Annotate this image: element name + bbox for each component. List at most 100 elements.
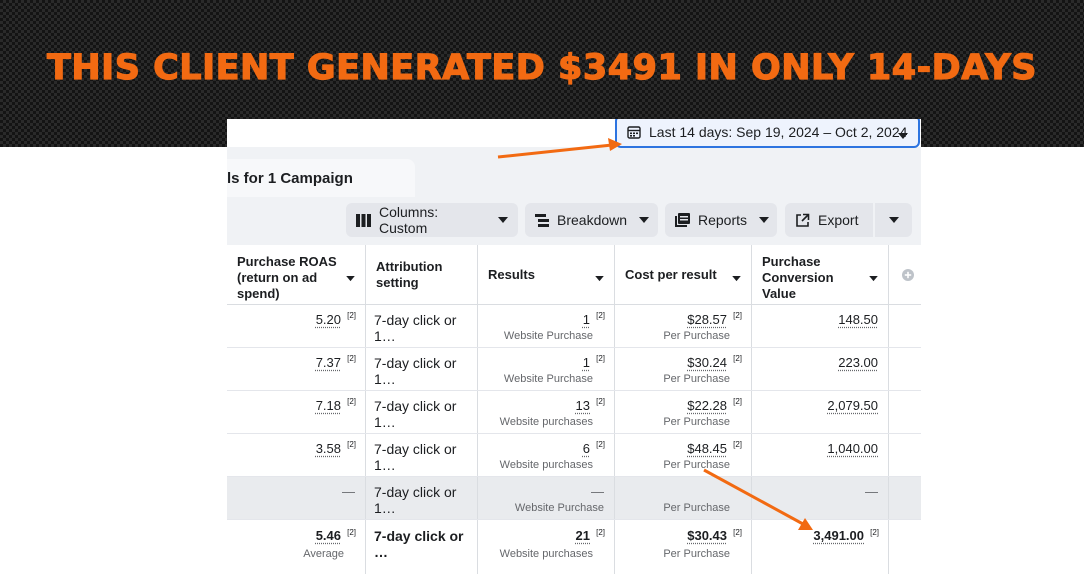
conversion-value[interactable]: 148.50 — [838, 312, 878, 327]
ads-manager-screenshot: Last 14 days: Sep 19, 2024 – Oct 2, 2024… — [227, 119, 921, 576]
headline-text: THIS CLIENT GENERATED $3491 IN ONLY 14-D… — [46, 47, 1037, 88]
export-dropdown-button[interactable] — [875, 203, 912, 237]
cost-subtext: Per Purchase — [663, 502, 730, 514]
export-icon — [795, 213, 810, 228]
header-purchase-roas[interactable]: Purchase ROAS (return on ad spend) — [227, 245, 366, 305]
results-subtext: Website Purchase — [514, 502, 604, 514]
results-subtext: Website Purchase — [503, 373, 593, 385]
roas-value[interactable]: 5.20 — [316, 312, 341, 327]
roas-cell: 3.58 [2] — [227, 434, 366, 476]
attribution-total: 7-day click or … — [374, 528, 464, 560]
breakdown-button[interactable]: Breakdown — [525, 203, 658, 237]
results-cell: 1 [2] Website Purchase — [478, 305, 615, 347]
footnote-marker: [2] — [596, 440, 605, 449]
footnote-marker: [2] — [347, 397, 356, 406]
conversion-value-total[interactable]: 3,491.00 — [813, 528, 864, 543]
results-value[interactable]: 1 — [583, 355, 590, 370]
campaign-table: Purchase ROAS (return on ad spend) Attri… — [227, 245, 921, 576]
top-bar: Last 14 days: Sep 19, 2024 – Oct 2, 2024 — [227, 119, 921, 148]
attribution-cell: 7-day click or 1… — [366, 391, 478, 433]
footnote-marker: [2] — [596, 311, 605, 320]
results-total[interactable]: 21 — [576, 528, 590, 543]
results-value[interactable]: 1 — [583, 312, 590, 327]
conversion-value-cell: — — [752, 477, 889, 519]
roas-cell: 7.18 [2] — [227, 391, 366, 433]
export-label: Export — [818, 212, 859, 228]
table-row[interactable]: 7.37 [2] 7-day click or 1… 1 [2] Website… — [227, 348, 921, 391]
roas-cell: — — [227, 477, 366, 519]
columns-icon — [356, 213, 371, 227]
caret-down-icon — [346, 270, 355, 286]
conversion-value[interactable]: 2,079.50 — [827, 398, 878, 413]
roas-cell: 7.37 [2] — [227, 348, 366, 390]
footnote-marker: [2] — [596, 397, 605, 406]
attribution-value: 7-day click or 1… — [374, 441, 457, 473]
reports-button[interactable]: Reports — [665, 203, 777, 237]
footnote-marker: [2] — [733, 440, 742, 449]
table-row[interactable]: — 7-day click or 1… — Website Purchase P… — [227, 477, 921, 520]
results-subtext: Website Purchase — [503, 330, 593, 342]
header-cost-per-result[interactable]: Cost per result — [615, 245, 752, 305]
cost-value[interactable]: $48.45 — [687, 441, 727, 456]
cost-cell: $48.45 [2] Per Purchase — [615, 434, 752, 476]
conversion-value: — — [865, 484, 878, 499]
cost-value[interactable]: $28.57 — [687, 312, 727, 327]
table-row[interactable]: 7.18 [2] 7-day click or 1… 13 [2] Websit… — [227, 391, 921, 434]
attribution-cell: 7-day click or 1… — [366, 305, 478, 347]
date-range-button[interactable]: Last 14 days: Sep 19, 2024 – Oct 2, 2024 — [615, 119, 920, 148]
caret-down-icon — [498, 216, 508, 224]
results-cell: 21 [2] Website purchases — [478, 520, 615, 574]
results-subtext: Website purchases — [499, 459, 593, 471]
caret-down-icon — [595, 270, 604, 286]
caret-down-icon — [898, 127, 908, 143]
roas-value[interactable]: 3.58 — [316, 441, 341, 456]
cost-cell: $30.24 [2] Per Purchase — [615, 348, 752, 390]
footnote-marker: [2] — [733, 311, 742, 320]
header-attribution-setting[interactable]: Attribution setting — [366, 245, 478, 305]
table-toolbar: Columns: Custom Breakdown Reports Export — [227, 197, 921, 245]
reports-icon — [675, 213, 690, 227]
caret-down-icon — [759, 216, 770, 224]
table-row[interactable]: 5.20 [2] 7-day click or 1… 1 [2] Website… — [227, 305, 921, 348]
attribution-cell: 7-day click or 1… — [366, 477, 478, 519]
header-results[interactable]: Results — [478, 245, 615, 305]
conversion-value-cell: 3,491.00 [2] — [752, 520, 889, 574]
header-label: Results — [488, 267, 535, 282]
footnote-marker: [2] — [347, 440, 356, 449]
table-total-row: 5.46 [2] Average 7-day click or … 21 [2]… — [227, 520, 921, 574]
breakdown-icon — [535, 213, 549, 227]
columns-button[interactable]: Columns: Custom — [346, 203, 518, 237]
results-value[interactable]: 6 — [583, 441, 590, 456]
header-purchase-conversion-value[interactable]: Purchase Conversion Value — [752, 245, 889, 305]
conversion-value[interactable]: 1,040.00 — [827, 441, 878, 456]
cost-value[interactable]: $22.28 — [687, 398, 727, 413]
cost-subtext: Per Purchase — [663, 459, 730, 471]
cost-cell: Per Purchase — [615, 477, 752, 519]
results-subtext: Website purchases — [499, 548, 593, 560]
roas-value[interactable]: 7.18 — [316, 398, 341, 413]
calendar-icon — [627, 125, 641, 139]
cost-cell: $28.57 [2] Per Purchase — [615, 305, 752, 347]
cost-total[interactable]: $30.43 — [687, 528, 727, 543]
campaign-tab[interactable]: ls for 1 Campaign — [227, 159, 415, 197]
caret-down-icon — [639, 216, 650, 224]
columns-label: Columns: Custom — [379, 204, 439, 236]
conversion-value[interactable]: 223.00 — [838, 355, 878, 370]
roas-total[interactable]: 5.46 — [316, 528, 341, 543]
export-button[interactable]: Export — [785, 203, 873, 237]
roas-value[interactable]: 7.37 — [316, 355, 341, 370]
caret-down-icon — [732, 270, 741, 286]
cost-value[interactable]: $30.24 — [687, 355, 727, 370]
breakdown-label: Breakdown — [557, 212, 628, 228]
roas-subtext: Average — [303, 548, 344, 560]
conversion-value-cell: 2,079.50 — [752, 391, 889, 433]
header-label: Cost per result — [625, 267, 717, 282]
campaign-tab-label: ls for 1 Campaign — [227, 170, 353, 187]
footnote-marker: [2] — [347, 354, 356, 363]
footnote-marker: [2] — [596, 354, 605, 363]
add-column-icon[interactable] — [894, 245, 921, 305]
date-range-label: Last 14 days: Sep 19, 2024 – Oct 2, 2024 — [649, 123, 908, 140]
table-row[interactable]: 3.58 [2] 7-day click or 1… 6 [2] Website… — [227, 434, 921, 477]
results-value[interactable]: 13 — [576, 398, 590, 413]
cost-subtext: Per Purchase — [663, 548, 730, 560]
